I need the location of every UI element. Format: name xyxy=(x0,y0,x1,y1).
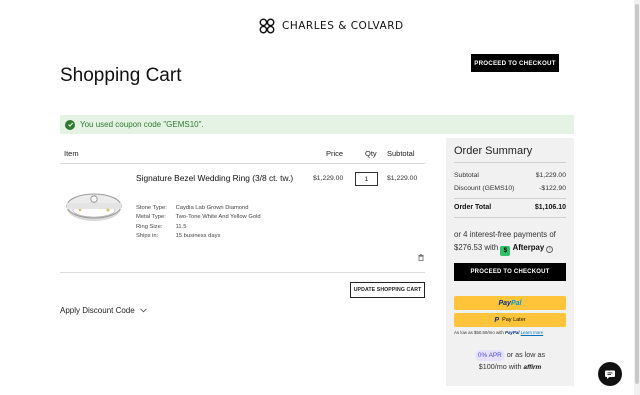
attr-ring-size: Ring Size: 11.5 xyxy=(136,223,187,230)
chevron-down-icon xyxy=(139,308,147,313)
paypal-icon: P xyxy=(494,316,500,324)
paypal-logo-pay: Pay xyxy=(498,299,511,307)
info-icon[interactable]: i xyxy=(546,246,554,253)
item-price: $1,229.00 xyxy=(313,175,344,182)
summary-title: Order Summary xyxy=(454,145,533,157)
column-price: Price xyxy=(326,149,344,158)
update-cart-button[interactable]: UPDATE SHOPPING CART xyxy=(350,282,425,298)
summary-order-total: Order Total $1,106.10 xyxy=(454,204,566,211)
alert-message: You used coupon code "GEMS10". xyxy=(80,120,204,129)
apr-badge: 0% APR xyxy=(474,350,505,361)
column-item: Item xyxy=(64,149,79,158)
paypal-financing-note: As low as $50.59/mo with PayPal Learn mo… xyxy=(454,330,544,335)
page-scrollbar[interactable] xyxy=(634,0,640,395)
affirm-message[interactable]: 0% APR or as low as $100/mo with affirm xyxy=(454,349,566,373)
brand-logo[interactable]: CHARLES & COLVARD xyxy=(258,16,404,36)
divider xyxy=(454,198,566,199)
paypal-button[interactable]: Pay Pal xyxy=(454,296,566,310)
divider xyxy=(454,217,566,218)
product-attributes: Stone Type: Caydia Lab Grown Diamond Met… xyxy=(136,204,261,241)
column-qty: Qty xyxy=(365,149,377,158)
apply-discount-toggle[interactable]: Apply Discount Code xyxy=(60,306,147,315)
divider xyxy=(60,272,425,273)
afterpay-message: or 4 interest-free payments of $276.53 w… xyxy=(454,230,556,256)
cart-table-header: Item Price Qty Subtotal xyxy=(60,149,425,161)
summary-discount: Discount (GEMS10) -$122.90 xyxy=(454,185,566,192)
column-subtotal: Subtotal xyxy=(387,149,415,158)
product-image-ring[interactable] xyxy=(64,186,124,226)
chat-button[interactable] xyxy=(598,362,622,386)
paypal-brand: PayPal xyxy=(505,330,520,335)
afterpay-amount: $276.53 xyxy=(454,243,483,252)
divider xyxy=(60,163,425,164)
attr-ships-in: Ships in: 15 business days xyxy=(136,232,221,239)
header-checkout-button[interactable]: PROCEED TO CHECKOUT xyxy=(471,54,559,72)
scrollbar-thumb[interactable] xyxy=(635,4,639,384)
paypal-pay-later-button[interactable]: P Pay Later xyxy=(454,313,566,327)
paypal-logo-pal: Pal xyxy=(510,299,522,307)
check-circle-icon xyxy=(65,119,75,130)
product-name[interactable]: Signature Bezel Wedding Ring (3/8 ct. tw… xyxy=(136,172,306,184)
discount-label: Apply Discount Code xyxy=(60,306,135,315)
brand-name: CHARLES & COLVARD xyxy=(282,20,404,32)
pay-later-label: Pay Later xyxy=(502,317,526,323)
attr-metal-type: Metal Type: Two-Tone White And Yellow Go… xyxy=(136,214,261,221)
page-title: Shopping Cart xyxy=(60,65,182,86)
trash-icon[interactable] xyxy=(418,254,424,261)
quantity-input[interactable]: 1 xyxy=(355,172,378,186)
attr-stone-type: Stone Type: Caydia Lab Grown Diamond xyxy=(136,205,249,211)
item-subtotal: $1,229.00 xyxy=(387,175,418,182)
chat-bubble-icon xyxy=(605,370,615,379)
cc-logo-icon xyxy=(259,18,275,34)
learn-more-link[interactable]: Learn more xyxy=(521,330,543,335)
divider xyxy=(454,162,566,163)
summary-checkout-button[interactable]: PROCEED TO CHECKOUT xyxy=(454,263,566,281)
summary-subtotal: Subtotal $1,229.00 xyxy=(454,172,566,179)
afterpay-brand: Afterpay xyxy=(512,243,545,252)
afterpay-icon: $ xyxy=(500,246,511,256)
coupon-alert: You used coupon code "GEMS10". xyxy=(60,115,574,134)
affirm-logo: affirm xyxy=(523,364,542,371)
